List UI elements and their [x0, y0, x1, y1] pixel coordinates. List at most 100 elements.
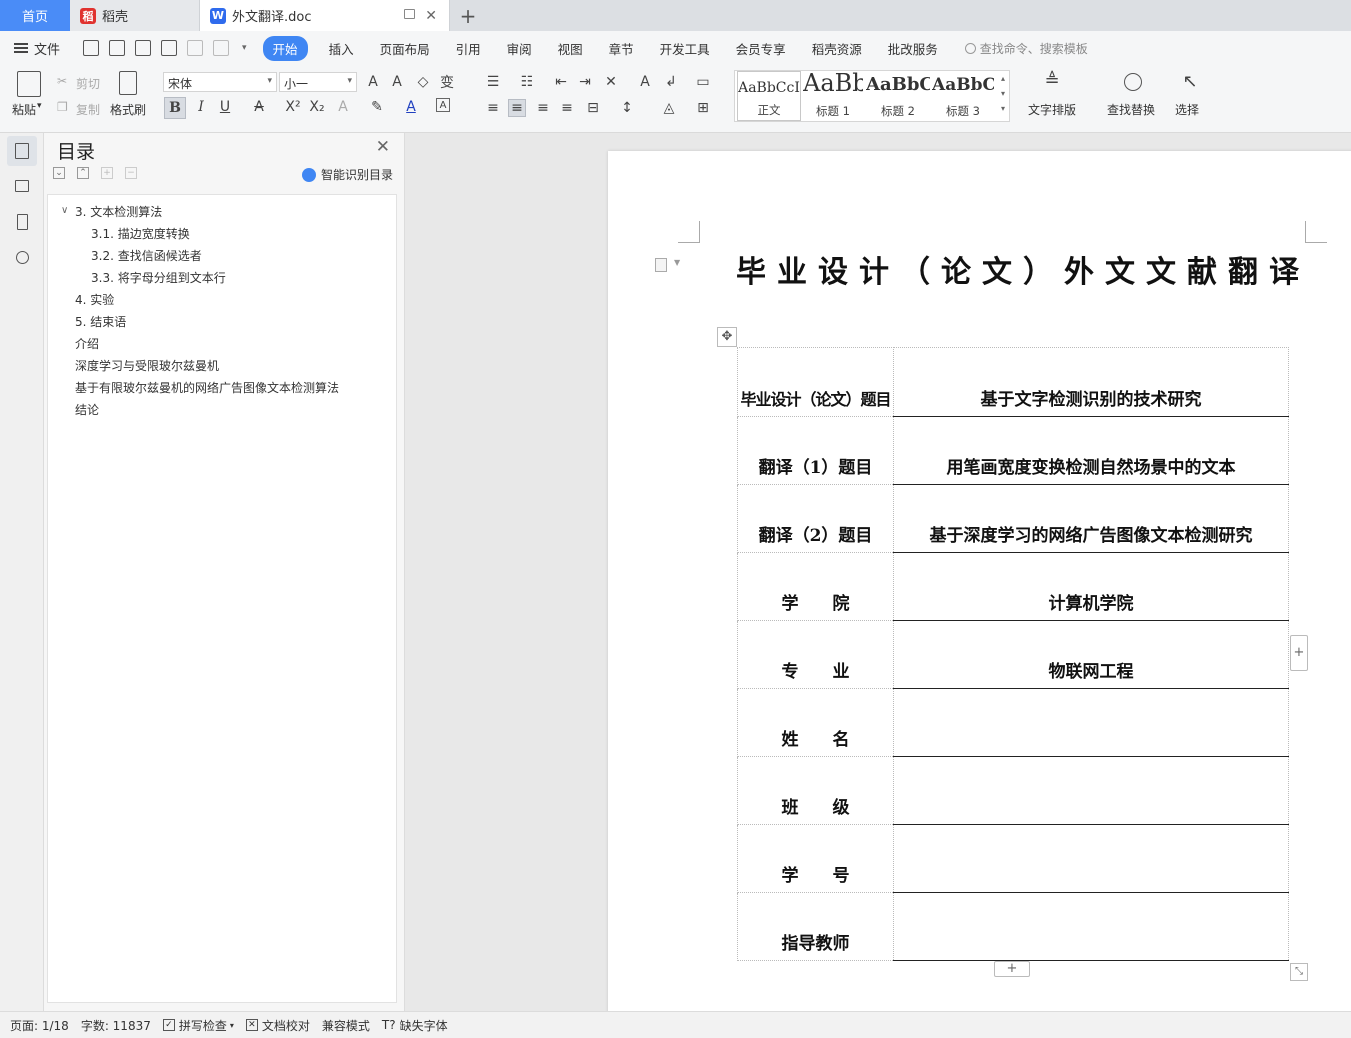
format-painter-label[interactable]: 格式刷	[110, 101, 146, 118]
style-heading-1[interactable]: AaBb 标题 1	[803, 71, 863, 121]
close-tab-icon[interactable]: ✕	[425, 8, 437, 24]
new-tab-button[interactable]: +	[450, 0, 486, 31]
table-cell-value[interactable]	[893, 756, 1289, 825]
styles-scroll-icon[interactable]: ▴ ▾ ▾	[997, 71, 1009, 121]
superscript-button[interactable]: X²	[284, 98, 302, 116]
strikethrough-button[interactable]: A	[250, 98, 268, 116]
table-cell-value[interactable]: 基于文字检测识别的技术研究	[893, 347, 1289, 417]
distributed-icon[interactable]: ⊟	[584, 99, 602, 117]
style-heading-2[interactable]: AaBbC 标题 2	[866, 71, 930, 121]
phonetic-guide-icon[interactable]: 变	[438, 73, 456, 91]
shading-icon[interactable]: ◬	[660, 99, 678, 117]
collapse-all-icon[interactable]: ⌃	[77, 167, 89, 179]
table-cell-label[interactable]: 专 业	[737, 620, 894, 689]
word-count[interactable]: 字数: 11837	[81, 1017, 151, 1034]
italic-button[interactable]: I	[192, 98, 210, 116]
menu-home[interactable]: 开始	[262, 35, 308, 61]
table-cell-value[interactable]	[893, 892, 1289, 961]
line-break-icon[interactable]: ↲	[662, 73, 680, 91]
monitor-icon[interactable]	[404, 9, 415, 19]
underline-button[interactable]: U	[216, 98, 234, 116]
menu-daoke-resources[interactable]: 稻壳资源	[812, 39, 862, 58]
add-row-button[interactable]: +	[994, 961, 1030, 977]
compat-mode[interactable]: 兼容模式	[322, 1017, 370, 1034]
find-replace-icon[interactable]	[1124, 73, 1142, 91]
menu-section[interactable]: 章节	[609, 39, 634, 58]
toc-item[interactable]: 结论	[75, 401, 99, 418]
missing-font[interactable]: T? 缺失字体	[382, 1017, 448, 1034]
table-cell-value[interactable]: 计算机学院	[893, 552, 1289, 621]
toc-item[interactable]: 深度学习与受限玻尔兹曼机	[75, 357, 219, 374]
table-cell-label[interactable]: 指导教师	[737, 892, 894, 961]
table-cell-label[interactable]: 班 级	[737, 756, 894, 825]
command-search[interactable]: 查找命令、搜索模板	[964, 40, 1088, 57]
text-layout-icon[interactable]: ≜	[1043, 70, 1061, 91]
character-border-button[interactable]: A	[436, 98, 450, 112]
subscript-button[interactable]: X₂	[308, 98, 326, 116]
bold-button[interactable]: B	[164, 97, 186, 119]
tab-daoke[interactable]: 稻 稻壳	[70, 0, 200, 31]
table-cell-label[interactable]: 翻译（2）题目	[737, 484, 894, 553]
highlight-icon[interactable]: ✎	[368, 98, 386, 116]
tab-document[interactable]: W 外文翻译.doc ✕	[200, 0, 450, 31]
align-left-icon[interactable]: ≡	[484, 99, 502, 117]
align-right-icon[interactable]: ≡	[534, 99, 552, 117]
toc-item[interactable]: 3. 文本检测算法	[75, 203, 162, 220]
table-cell-value[interactable]: 基于深度学习的网络广告图像文本检测研究	[893, 484, 1289, 553]
align-center-icon[interactable]: ≡	[508, 99, 526, 117]
promote-level-icon[interactable]: +	[101, 167, 113, 179]
table-cell-value[interactable]	[893, 824, 1289, 893]
customize-quick-access-icon[interactable]: ▾	[242, 43, 247, 53]
bookmark-pane-button[interactable]	[7, 207, 37, 237]
font-size-select[interactable]: 小一 ▾	[279, 72, 357, 92]
table-cell-label[interactable]: 学 号	[737, 824, 894, 893]
paste-label[interactable]: 粘贴	[12, 101, 36, 118]
chapter-pane-button[interactable]	[7, 171, 37, 201]
chevron-down-icon[interactable]: ▼	[674, 258, 680, 267]
menu-member[interactable]: 会员专享	[736, 39, 786, 58]
increase-indent-icon[interactable]: ⇥	[576, 73, 594, 91]
cover-info-table[interactable]: 毕业设计（论文）题目 基于文字检测识别的技术研究 翻译（1）题目 用笔画宽度变换…	[737, 347, 1289, 961]
decrease-indent-icon[interactable]: ⇤	[552, 73, 570, 91]
borders-icon[interactable]: ⊞	[694, 99, 712, 117]
toc-item[interactable]: 5. 结束语	[75, 313, 126, 330]
spell-check-toggle[interactable]: ✓ 拼写检查 ▾	[162, 1017, 234, 1034]
menu-developer[interactable]: 开发工具	[660, 39, 710, 58]
menu-view[interactable]: 视图	[558, 39, 583, 58]
text-direction-icon[interactable]: A	[636, 73, 654, 91]
toc-item[interactable]: 3.3. 将字母分组到文本行	[91, 269, 226, 286]
table-cell-label[interactable]: 毕业设计（论文）题目	[737, 347, 894, 417]
clear-format-icon[interactable]: ◇	[414, 73, 432, 91]
numbered-list-icon[interactable]: ☷	[518, 73, 536, 91]
cursor-select-icon[interactable]: ↖	[1181, 71, 1199, 92]
smart-toc-button[interactable]: 智能识别目录	[301, 166, 393, 183]
style-normal[interactable]: AaBbCcI 正文	[737, 71, 801, 121]
menu-references[interactable]: 引用	[456, 39, 481, 58]
find-replace-label[interactable]: 查找替换	[1107, 101, 1155, 118]
table-cell-value[interactable]: 用笔画宽度变换检测自然场景中的文本	[893, 416, 1289, 485]
cut-icon[interactable]: ✂	[57, 74, 67, 88]
menu-review[interactable]: 审阅	[507, 39, 532, 58]
bullet-list-icon[interactable]: ☰	[484, 73, 502, 91]
text-effect-button[interactable]: A	[334, 98, 352, 116]
format-painter-icon[interactable]	[119, 71, 137, 95]
toc-pane-button[interactable]	[7, 136, 37, 166]
table-cell-label[interactable]: 姓 名	[737, 688, 894, 757]
search-pane-button[interactable]	[7, 242, 37, 272]
document-page[interactable]: ▼ 毕业设计（论文）外文文献翻译 ✥ 毕业设计（论文）题目 基于文字检测识别的技…	[608, 151, 1351, 1011]
toc-item[interactable]: 4. 实验	[75, 291, 114, 308]
cut-label[interactable]: 剪切	[76, 75, 100, 92]
text-layout-label[interactable]: 文字排版	[1028, 101, 1076, 118]
export-pdf-icon[interactable]	[109, 40, 126, 56]
line-spacing-icon[interactable]: ↕	[618, 99, 636, 117]
table-cell-label[interactable]: 学 院	[737, 552, 894, 621]
table-cell-value[interactable]: 物联网工程	[893, 620, 1289, 689]
file-menu[interactable]: 文件	[14, 39, 60, 58]
font-color-button[interactable]: A	[402, 98, 420, 116]
demote-level-icon[interactable]: −	[125, 167, 137, 179]
justify-icon[interactable]: ≡	[558, 99, 576, 117]
menu-insert[interactable]: 插入	[329, 39, 354, 58]
undo-icon[interactable]	[187, 40, 204, 56]
print-icon[interactable]	[135, 40, 152, 56]
add-column-button[interactable]: +	[1290, 635, 1308, 671]
